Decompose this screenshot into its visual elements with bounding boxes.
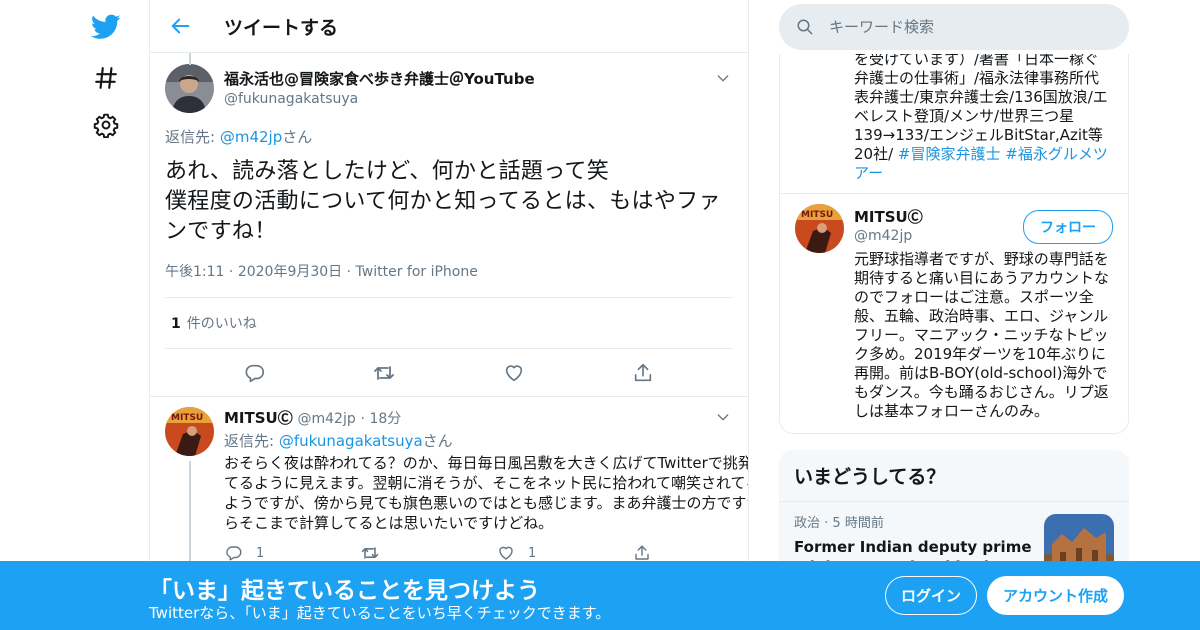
trend-time: 5 時間前 [832, 516, 884, 531]
svg-text:MITSU: MITSU [171, 413, 203, 423]
heart-icon[interactable] [501, 360, 527, 386]
tweet-actions [150, 349, 748, 397]
gear-icon[interactable] [90, 109, 122, 141]
reply-target-link[interactable]: @fukunagakatsuya [279, 432, 423, 450]
banner-title: 「いま」起きていることを見つけよう [149, 578, 540, 604]
reply-action[interactable]: 1 [224, 543, 360, 563]
retweet-icon[interactable] [371, 360, 397, 386]
author-name[interactable]: 福永活也@冒険家食べ歩き弁護士＠YouTube [224, 68, 535, 89]
retweet-icon [360, 543, 380, 563]
profile-bio-previous: ワー1万以上の方のみ、実名での相談を受けています）/著書「日本一稼ぐ弁護士の仕事… [780, 54, 1128, 194]
reply-tweet[interactable]: MITSU MITSUⒸ @m42jp · 18分 返信先: @fukunaga… [150, 397, 749, 581]
tweet-age[interactable]: 18分 [369, 411, 401, 427]
retweet-action[interactable] [360, 543, 496, 563]
reply-count: 1 [256, 545, 265, 561]
reply-prefix: 返信先: [165, 128, 220, 146]
trends-title: いまどうしてる？ [779, 450, 1129, 502]
reply-suffix: さん [422, 432, 453, 450]
share-icon [632, 543, 652, 563]
tweet-text: おそらく夜は酔われてる？のか、毎日毎日風呂敷を大きく広げてTwitterで挑発し… [224, 454, 749, 532]
left-nav [80, 0, 130, 630]
reply-icon[interactable] [242, 360, 268, 386]
profile-card[interactable]: MITSU MITSUⒸ @m42jp 元野球指導者ですが、野球の専門話を期待す… [780, 194, 1128, 433]
likes-count: 1 [171, 316, 181, 332]
share-action[interactable] [632, 543, 748, 563]
banner-subtitle: Twitterなら、「いま」起きていることをいち早くチェックできます。 [149, 604, 611, 622]
avatar[interactable]: MITSU [795, 204, 844, 253]
follow-button[interactable]: フォロー [1023, 210, 1113, 244]
author-handle[interactable]: @fukunagakatsuya [224, 91, 535, 107]
reply-suffix: さん [282, 128, 313, 146]
tweet-text: あれ、読み落としたけど、何かと話題って笑 僕程度の活動について何かと知ってるとは… [165, 159, 721, 244]
svg-text:MITSU: MITSU [801, 210, 833, 220]
author-handle[interactable]: @m42jp [298, 411, 356, 427]
reply-icon [224, 543, 244, 563]
share-icon[interactable] [630, 360, 656, 386]
likes-label: 件のいいね [186, 316, 257, 332]
author-name[interactable]: MITSUⒸ [224, 409, 293, 427]
tweet-meta: 午後1:11 · 2020年9月30日 · Twitter for iPhone [165, 261, 733, 298]
like-count: 1 [528, 545, 537, 561]
main-column: ツイートする 福永活也@冒険家食べ歩き弁護士＠YouTube @fukunaga… [149, 0, 749, 630]
likes-count-row[interactable]: 1 件のいいね [165, 298, 733, 349]
tweet-date[interactable]: 2020年9月30日 [238, 264, 342, 280]
page-header: ツイートする [150, 0, 748, 53]
right-sidebar: ワー1万以上の方のみ、実名での相談を受けています）/著書「日本一稼ぐ弁護士の仕事… [779, 0, 1129, 622]
tweet-source[interactable]: Twitter for iPhone [356, 264, 478, 280]
reply-header: MITSUⒸ @m42jp · 18分 [224, 409, 402, 427]
related-profiles: ワー1万以上の方のみ、実名での相談を受けています）/著書「日本一稼ぐ弁護士の仕事… [779, 54, 1129, 434]
reply-context: 返信先: @fukunagakatsuyaさん [224, 430, 748, 451]
trend-category: 政治 [794, 516, 821, 531]
tweet-time[interactable]: 午後1:11 [165, 264, 224, 280]
avatar[interactable] [165, 64, 214, 113]
signup-banner: 「いま」起きていることを見つけよう Twitterなら、「いま」起きていることを… [0, 561, 1200, 630]
chevron-down-icon[interactable] [713, 68, 733, 88]
like-action[interactable]: 1 [496, 543, 632, 563]
focused-tweet: 福永活也@冒険家食べ歩き弁護士＠YouTube @fukunagakatsuya… [150, 53, 748, 397]
reply-prefix: 返信先: [224, 432, 279, 450]
avatar[interactable]: MITSU [165, 407, 214, 456]
search-icon [795, 17, 815, 37]
page-title: ツイートする [224, 16, 339, 39]
reply-target-link[interactable]: @m42jp [220, 128, 282, 146]
login-button[interactable]: ログイン [885, 576, 977, 615]
twitter-logo-icon[interactable] [90, 11, 122, 43]
tweet-author: 福永活也@冒険家食べ歩き弁護士＠YouTube @fukunagakatsuya [165, 53, 733, 113]
thread-line [189, 53, 191, 65]
search-input[interactable] [829, 18, 1089, 36]
hashtag-link[interactable]: #冒険家弁護士 [898, 145, 1001, 163]
signup-button[interactable]: アカウント作成 [987, 576, 1124, 615]
reply-context: 返信先: @m42jpさん [165, 126, 733, 147]
back-arrow-icon[interactable] [166, 11, 196, 41]
heart-icon [496, 543, 516, 563]
hashtag-icon[interactable] [90, 62, 122, 94]
search-box[interactable] [779, 4, 1129, 50]
profile-bio: 元野球指導者ですが、野球の専門話を期待すると痛い目にあうアカウントなのでフォロー… [854, 250, 1110, 420]
tweet-actions: 1 1 [224, 543, 748, 563]
chevron-down-icon[interactable] [713, 407, 733, 427]
